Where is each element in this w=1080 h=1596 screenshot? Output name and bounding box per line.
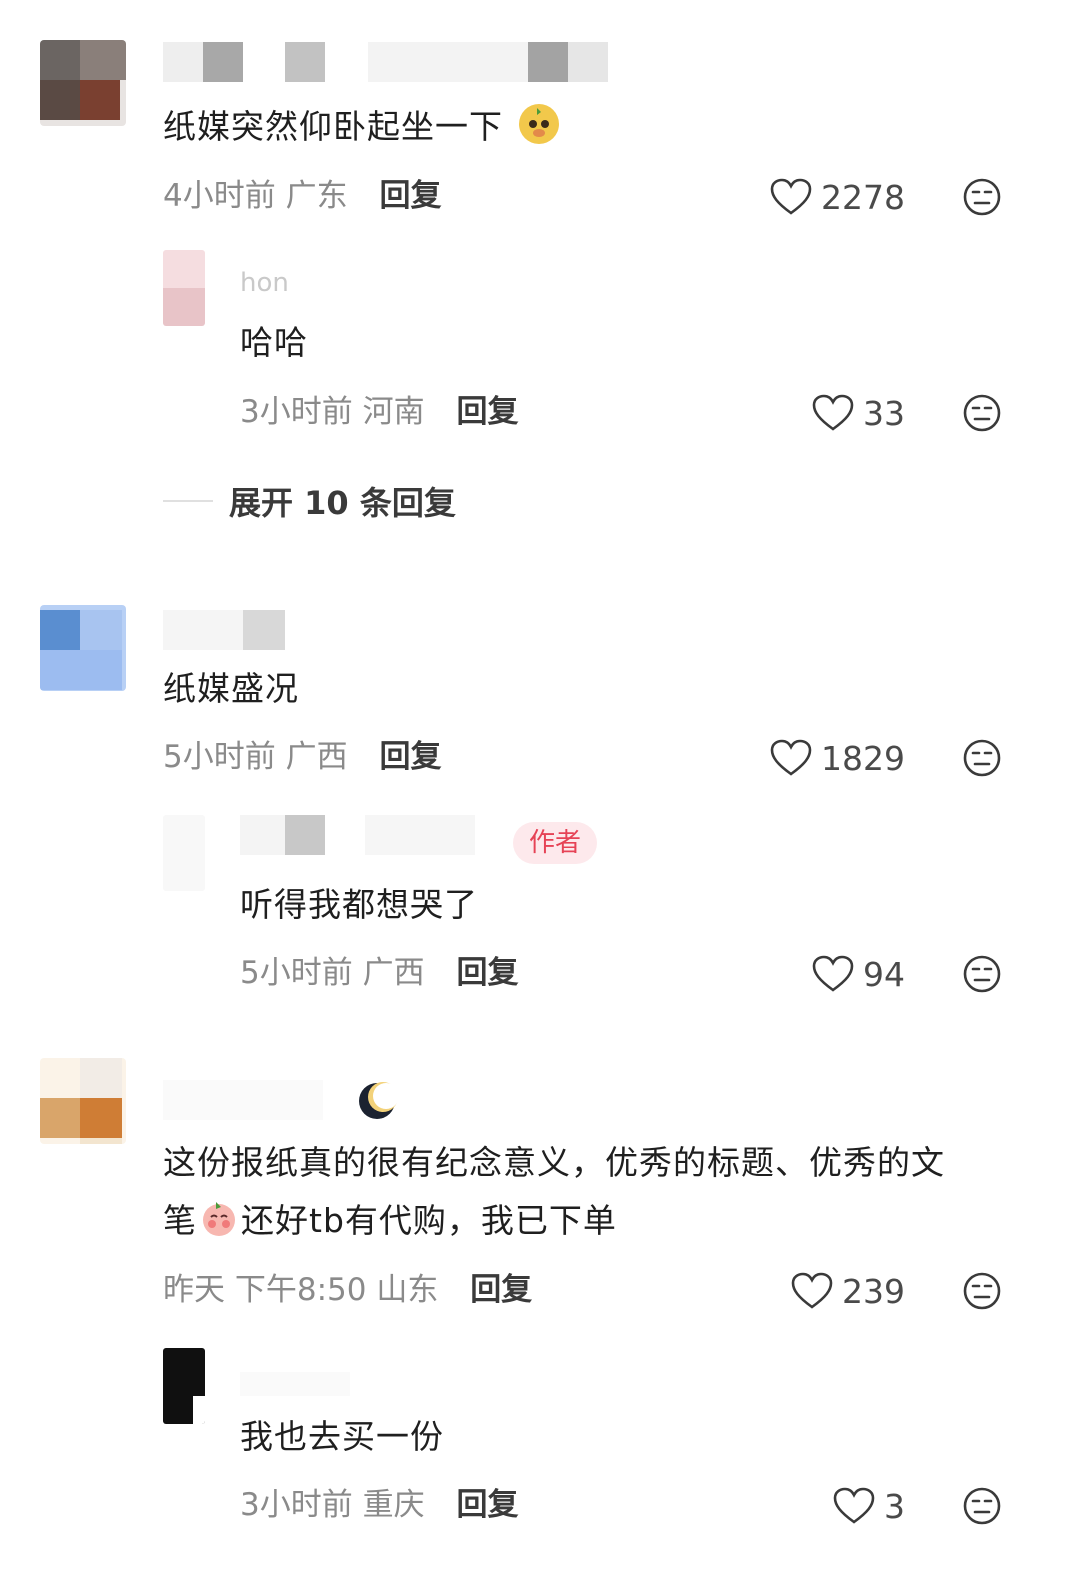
reply-button[interactable]: 回复 <box>470 1272 532 1308</box>
reply-text: 听得我都想哭了 <box>240 885 478 924</box>
reply-text: 哈哈 <box>240 323 308 362</box>
heart-outline-icon <box>770 178 812 215</box>
avatar[interactable] <box>40 605 126 691</box>
neutral-face-icon[interactable] <box>962 738 1002 778</box>
heart-outline-icon <box>812 955 854 992</box>
like-button[interactable]: 239 <box>740 1270 905 1312</box>
neutral-face-icon[interactable] <box>962 954 1002 994</box>
heart-outline-icon <box>770 739 812 776</box>
username-blurred[interactable] <box>163 1080 403 1120</box>
neutral-face-icon[interactable] <box>962 1486 1002 1526</box>
reply-avatar[interactable] <box>163 1348 205 1424</box>
neutral-face-icon[interactable] <box>962 393 1002 433</box>
username-blurred[interactable] <box>163 610 293 650</box>
like-count: 3 <box>884 1486 905 1526</box>
reply-avatar[interactable] <box>163 815 205 891</box>
comment-text: 纸媒突然仰卧起坐一下 <box>163 98 559 156</box>
crescent-moon-icon <box>359 1082 397 1119</box>
reply-avatar[interactable] <box>163 250 205 326</box>
reply-button[interactable]: 回复 <box>456 955 518 991</box>
divider <box>163 500 213 502</box>
reply-meta: 3小时前 河南 回复 <box>240 394 519 430</box>
reply-username[interactable] <box>240 1372 360 1396</box>
like-button[interactable]: 94 <box>760 953 905 995</box>
like-button[interactable]: 2278 <box>700 176 905 218</box>
comment-text: 纸媒盛况 <box>163 669 299 708</box>
reply-button[interactable]: 回复 <box>456 1487 518 1523</box>
username-blurred[interactable] <box>163 42 623 82</box>
like-count: 94 <box>863 954 905 994</box>
reply-button[interactable]: 回复 <box>379 178 441 214</box>
like-count: 239 <box>842 1271 905 1311</box>
like-count: 33 <box>863 393 905 433</box>
heart-outline-icon <box>812 394 854 431</box>
avatar[interactable] <box>40 40 126 126</box>
reply-button[interactable]: 回复 <box>456 394 518 430</box>
reply-text: 我也去买一份 <box>240 1417 444 1456</box>
comment-text-line1: 这份报纸真的很有纪念意义，优秀的标题、优秀的文 <box>163 1143 945 1182</box>
comment-text-line2: 笔 还好tb有代购，我已下单 <box>163 1192 617 1250</box>
blushing-face-emoji <box>199 1198 239 1238</box>
comment-meta: 4小时前 广东 回复 <box>163 178 442 214</box>
avatar[interactable] <box>40 1058 126 1144</box>
heart-outline-icon <box>791 1272 833 1309</box>
like-button[interactable]: 33 <box>760 392 905 434</box>
reply-username[interactable] <box>240 815 500 855</box>
reply-meta: 5小时前 广西 回复 <box>240 955 519 991</box>
like-button[interactable]: 1829 <box>700 737 905 779</box>
author-badge: 作者 <box>513 822 598 864</box>
reply-button[interactable]: 回复 <box>379 739 441 775</box>
comment-list: 纸媒突然仰卧起坐一下 4小时前 广东 回复 2278 hon 哈哈 3小时前 河… <box>0 0 1080 1596</box>
comment-meta: 5小时前 广西 回复 <box>163 739 442 775</box>
like-count: 2278 <box>821 177 905 217</box>
neutral-face-icon[interactable] <box>962 1271 1002 1311</box>
heart-outline-icon <box>833 1487 875 1524</box>
expand-replies-button[interactable]: 展开 10 条回复 <box>163 478 456 524</box>
like-button[interactable]: 3 <box>780 1485 905 1527</box>
like-count: 1829 <box>821 738 905 778</box>
reply-username[interactable]: hon <box>240 268 360 298</box>
neutral-face-icon[interactable] <box>962 177 1002 217</box>
comment-meta: 昨天 下午8:50 山东 回复 <box>163 1272 533 1308</box>
reply-meta: 3小时前 重庆 回复 <box>240 1487 519 1523</box>
cute-dog-emoji <box>518 104 559 144</box>
